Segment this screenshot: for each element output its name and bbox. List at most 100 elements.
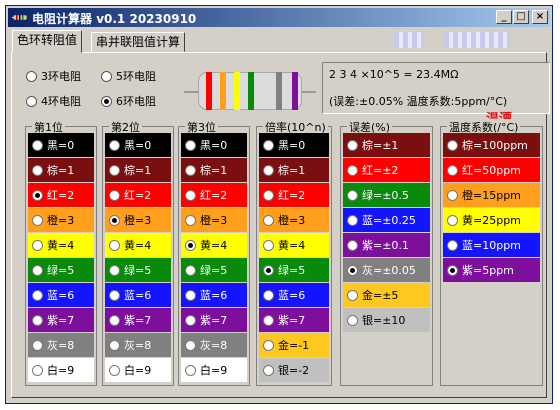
band-option[interactable]: 橙=3: [105, 208, 171, 232]
band-radio[interactable]: [109, 189, 120, 201]
band-radio[interactable]: [185, 164, 196, 176]
band-radio[interactable]: [185, 189, 196, 201]
band-option[interactable]: 银=±10: [343, 308, 430, 332]
band-option[interactable]: 绿=5: [181, 258, 247, 282]
band-option[interactable]: 蓝=6: [259, 283, 329, 307]
band-radio[interactable]: [263, 214, 274, 226]
band-radio[interactable]: [32, 264, 43, 276]
mode-radio[interactable]: [101, 95, 112, 107]
band-option[interactable]: 黑=0: [181, 133, 247, 157]
band-option[interactable]: 紫=±0.1: [343, 233, 430, 257]
band-option[interactable]: 棕=1: [28, 158, 94, 182]
band-option[interactable]: 白=9: [105, 358, 171, 382]
band-option[interactable]: 橙=15ppm: [443, 183, 540, 207]
band-option[interactable]: 金=-1: [259, 333, 329, 357]
band-option[interactable]: 橙=3: [28, 208, 94, 232]
band-option[interactable]: 紫=5ppm: [443, 258, 540, 282]
band-radio[interactable]: [109, 264, 120, 276]
mode-6-band[interactable]: 6环电阻: [101, 93, 156, 109]
band-option[interactable]: 红=2: [181, 183, 247, 207]
band-radio[interactable]: [447, 139, 458, 151]
band-option[interactable]: 灰=±0.05: [343, 258, 430, 282]
minimize-button[interactable]: _: [496, 10, 512, 24]
band-radio[interactable]: [263, 264, 274, 276]
band-option[interactable]: 黄=4: [259, 233, 329, 257]
band-option[interactable]: 黄=4: [28, 233, 94, 257]
band-option[interactable]: 白=9: [28, 358, 94, 382]
band-option[interactable]: 棕=1: [181, 158, 247, 182]
band-radio[interactable]: [32, 239, 43, 251]
band-radio[interactable]: [347, 289, 358, 301]
band-radio[interactable]: [447, 264, 458, 276]
band-radio[interactable]: [347, 164, 358, 176]
band-option[interactable]: 红=±2: [343, 158, 430, 182]
band-option[interactable]: 紫=7: [259, 308, 329, 332]
tab-series-parallel[interactable]: 串并联阻值计算: [91, 32, 186, 52]
band-radio[interactable]: [263, 364, 274, 376]
band-radio[interactable]: [32, 139, 43, 151]
band-option[interactable]: 银=-2: [259, 358, 329, 382]
band-option[interactable]: 紫=7: [28, 308, 94, 332]
band-option[interactable]: 紫=7: [181, 308, 247, 332]
band-option[interactable]: 红=50ppm: [443, 158, 540, 182]
band-radio[interactable]: [347, 189, 358, 201]
band-radio[interactable]: [185, 314, 196, 326]
tab-color-to-resistance[interactable]: 色环转阻值: [12, 30, 83, 53]
band-option[interactable]: 黄=25ppm: [443, 208, 540, 232]
band-radio[interactable]: [109, 289, 120, 301]
band-radio[interactable]: [32, 164, 43, 176]
mode-3-band[interactable]: 3环电阻: [26, 68, 81, 84]
band-radio[interactable]: [447, 239, 458, 251]
close-button[interactable]: ×: [532, 10, 548, 24]
band-radio[interactable]: [347, 264, 358, 276]
band-option[interactable]: 黄=4: [181, 233, 247, 257]
band-option[interactable]: 橙=3: [181, 208, 247, 232]
band-radio[interactable]: [32, 214, 43, 226]
band-option[interactable]: 绿=5: [259, 258, 329, 282]
band-radio[interactable]: [447, 164, 458, 176]
maximize-button[interactable]: □: [513, 10, 529, 24]
band-radio[interactable]: [263, 189, 274, 201]
band-option[interactable]: 灰=8: [181, 333, 247, 357]
band-radio[interactable]: [32, 339, 43, 351]
band-radio[interactable]: [32, 364, 43, 376]
band-radio[interactable]: [109, 214, 120, 226]
band-radio[interactable]: [185, 364, 196, 376]
band-option[interactable]: 灰=8: [28, 333, 94, 357]
band-radio[interactable]: [109, 314, 120, 326]
band-radio[interactable]: [185, 214, 196, 226]
band-option[interactable]: 橙=3: [259, 208, 329, 232]
band-radio[interactable]: [185, 289, 196, 301]
band-radio[interactable]: [109, 239, 120, 251]
mode-radio[interactable]: [26, 95, 37, 107]
mode-radio[interactable]: [26, 70, 37, 82]
band-option[interactable]: 棕=±1: [343, 133, 430, 157]
band-radio[interactable]: [447, 189, 458, 201]
band-option[interactable]: 棕=100ppm: [443, 133, 540, 157]
band-radio[interactable]: [109, 364, 120, 376]
band-option[interactable]: 蓝=10ppm: [443, 233, 540, 257]
band-radio[interactable]: [109, 139, 120, 151]
band-option[interactable]: 绿=±0.5: [343, 183, 430, 207]
band-option[interactable]: 黑=0: [105, 133, 171, 157]
band-radio[interactable]: [263, 239, 274, 251]
band-radio[interactable]: [263, 339, 274, 351]
title-bar[interactable]: 电阻计算器 v0.1 20230910 _ □ ×: [8, 8, 550, 27]
band-option[interactable]: 灰=8: [105, 333, 171, 357]
band-option[interactable]: 绿=5: [28, 258, 94, 282]
band-option[interactable]: 蓝=6: [28, 283, 94, 307]
band-radio[interactable]: [263, 289, 274, 301]
mode-radio[interactable]: [101, 70, 112, 82]
band-option[interactable]: 棕=1: [105, 158, 171, 182]
band-radio[interactable]: [347, 214, 358, 226]
band-radio[interactable]: [32, 189, 43, 201]
band-option[interactable]: 紫=7: [105, 308, 171, 332]
band-option[interactable]: 黑=0: [259, 133, 329, 157]
band-radio[interactable]: [109, 164, 120, 176]
band-radio[interactable]: [447, 214, 458, 226]
band-radio[interactable]: [347, 139, 358, 151]
band-radio[interactable]: [263, 139, 274, 151]
band-radio[interactable]: [263, 164, 274, 176]
band-option[interactable]: 棕=1: [259, 158, 329, 182]
band-option[interactable]: 蓝=±0.25: [343, 208, 430, 232]
